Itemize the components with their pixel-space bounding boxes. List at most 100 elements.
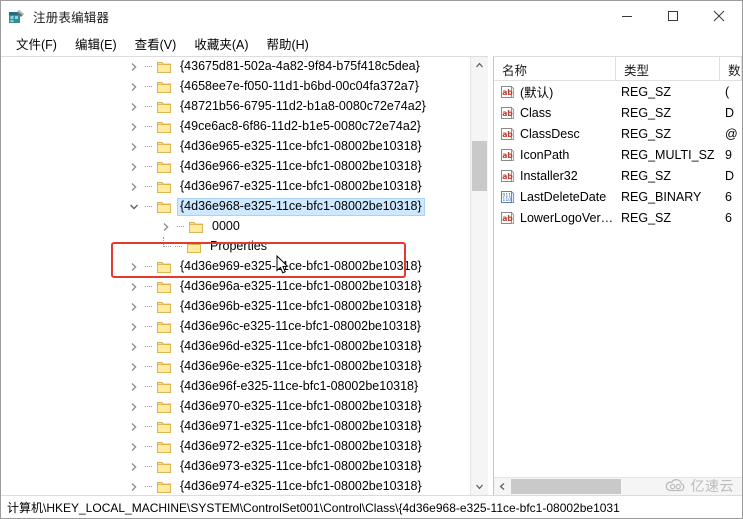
tree-item[interactable]: {4d36e972-e325-11ce-bfc1-08002be10318}	[1, 437, 470, 457]
menu-item-file[interactable]: 文件(F)	[8, 32, 65, 56]
tree-item[interactable]: {4d36e967-e325-11ce-bfc1-08002be10318}	[1, 177, 470, 197]
tree-item[interactable]: {4d36e970-e325-11ce-bfc1-08002be10318}	[1, 397, 470, 417]
folder-icon	[156, 320, 172, 334]
string-value-icon: ab	[500, 211, 515, 225]
tree-item-label: {4d36e973-e325-11ce-bfc1-08002be10318}	[180, 459, 422, 473]
tree-item-label: {4d36e96d-e325-11ce-bfc1-08002be10318}	[180, 339, 422, 353]
tree-connector	[142, 397, 156, 417]
chevron-right-icon[interactable]	[126, 177, 142, 197]
tree-item[interactable]: {4d36e96a-e325-11ce-bfc1-08002be10318}	[1, 277, 470, 297]
tree-item-label: {4d36e972-e325-11ce-bfc1-08002be10318}	[180, 439, 422, 453]
column-header-type[interactable]: 类型	[616, 57, 720, 80]
tree-item[interactable]: {4d36e96b-e325-11ce-bfc1-08002be10318}	[1, 297, 470, 317]
values-scrollbar-thumb[interactable]	[511, 479, 621, 494]
tree-item[interactable]: {43675d81-502a-4a82-9f84-b75f418c5dea}	[1, 57, 470, 77]
tree-item[interactable]: {4d36e96f-e325-11ce-bfc1-08002be10318}	[1, 377, 470, 397]
folder-icon	[156, 60, 172, 74]
tree-item-label: {49ce6ac8-6f86-11d2-b1e5-0080c72e74a2}	[180, 119, 421, 133]
value-row[interactable]: ab ClassDesc REG_SZ @	[494, 123, 742, 144]
minimize-button[interactable]	[604, 1, 650, 31]
chevron-right-icon[interactable]	[126, 477, 142, 495]
folder-icon	[156, 80, 172, 94]
folder-icon	[156, 420, 172, 434]
value-row[interactable]: ab LowerLogoVer… REG_SZ 6	[494, 207, 742, 228]
tree-item[interactable]: {4d36e966-e325-11ce-bfc1-08002be10318}	[1, 157, 470, 177]
menu-item-favorites[interactable]: 收藏夹(A)	[186, 32, 256, 56]
folder-icon	[156, 480, 172, 494]
value-row[interactable]: ab Installer32 REG_SZ D	[494, 165, 742, 186]
chevron-right-icon[interactable]	[126, 417, 142, 437]
tree-item[interactable]: {4658ee7e-f050-11d1-b6bd-00c04fa372a7}	[1, 77, 470, 97]
tree-item-label: {4d36e969-e325-11ce-bfc1-08002be10318}	[180, 259, 422, 273]
scroll-down-button[interactable]	[471, 478, 488, 495]
close-button[interactable]	[696, 1, 742, 31]
chevron-right-icon[interactable]	[126, 457, 142, 477]
tree-scrollbar-thumb[interactable]	[472, 141, 487, 191]
value-type: REG_SZ	[621, 105, 672, 120]
tree-item[interactable]: {4d36e965-e325-11ce-bfc1-08002be10318}	[1, 137, 470, 157]
tree-connector	[142, 97, 156, 117]
chevron-right-icon[interactable]	[126, 117, 142, 137]
value-name: (默认)	[520, 86, 554, 100]
chevron-right-icon[interactable]	[126, 97, 142, 117]
tree-item[interactable]: {4d36e971-e325-11ce-bfc1-08002be10318}	[1, 417, 470, 437]
value-row[interactable]: 011 110 LastDeleteDate REG_BINARY 6	[494, 186, 742, 207]
chevron-right-icon[interactable]	[126, 297, 142, 317]
menu-item-view[interactable]: 查看(V)	[127, 32, 185, 56]
tree-connector	[142, 57, 156, 77]
tree-item[interactable]: {4d36e974-e325-11ce-bfc1-08002be10318}	[1, 477, 470, 495]
tree-item[interactable]: {4d36e973-e325-11ce-bfc1-08002be10318}	[1, 457, 470, 477]
value-row[interactable]: ab IconPath REG_MULTI_SZ 9	[494, 144, 742, 165]
scroll-left-button[interactable]	[494, 478, 511, 495]
menu-item-edit[interactable]: 编辑(E)	[67, 32, 125, 56]
chevron-right-icon[interactable]	[126, 377, 142, 397]
chevron-right-icon[interactable]	[126, 357, 142, 377]
chevron-right-icon[interactable]	[158, 217, 174, 237]
tree-item-label: {4d36e974-e325-11ce-bfc1-08002be10318}	[180, 479, 422, 493]
chevron-down-icon[interactable]	[126, 197, 142, 217]
tree-item[interactable]: {4d36e96c-e325-11ce-bfc1-08002be10318}	[1, 317, 470, 337]
chevron-right-icon[interactable]	[126, 57, 142, 77]
chevron-right-icon[interactable]	[126, 317, 142, 337]
chevron-right-icon[interactable]	[126, 157, 142, 177]
tree-connector	[174, 217, 188, 237]
values-list[interactable]: ab (默认) REG_SZ (ab Class REG_SZ Dab ClassDesc RE…	[494, 81, 742, 477]
chevron-right-icon[interactable]	[126, 77, 142, 97]
registry-tree[interactable]: {43675d81-502a-4a82-9f84-b75f418c5dea} {4…	[1, 57, 470, 495]
value-row[interactable]: ab (默认) REG_SZ (	[494, 81, 742, 102]
scroll-up-button[interactable]	[471, 57, 488, 74]
string-value-icon: ab	[500, 169, 515, 183]
chevron-right-icon[interactable]	[126, 397, 142, 417]
chevron-right-icon[interactable]	[126, 277, 142, 297]
tree-connector	[142, 177, 156, 197]
tree-item[interactable]: {4d36e96e-e325-11ce-bfc1-08002be10318}	[1, 357, 470, 377]
value-row[interactable]: ab Class REG_SZ D	[494, 102, 742, 123]
value-type: REG_SZ	[621, 168, 672, 183]
menu-item-help[interactable]: 帮助(H)	[258, 32, 316, 56]
values-horizontal-scrollbar[interactable]	[494, 477, 742, 495]
tree-item[interactable]: {4d36e969-e325-11ce-bfc1-08002be10318}	[1, 257, 470, 277]
column-header-name[interactable]: 名称	[494, 57, 616, 80]
tree-item[interactable]: {4d36e968-e325-11ce-bfc1-08002be10318}	[1, 197, 470, 217]
tree-item[interactable]: {4d36e96d-e325-11ce-bfc1-08002be10318}	[1, 337, 470, 357]
tree-item[interactable]: Properties	[1, 237, 470, 257]
chevron-right-icon[interactable]	[126, 257, 142, 277]
chevron-right-icon[interactable]	[126, 137, 142, 157]
tree-connector	[142, 297, 156, 317]
chevron-right-icon[interactable]	[126, 437, 142, 457]
tree-connector	[142, 357, 156, 377]
tree-vertical-scrollbar[interactable]	[470, 57, 488, 495]
tree-item[interactable]: {48721b56-6795-11d2-b1a8-0080c72e74a2}	[1, 97, 470, 117]
title-bar: 注册表编辑器	[1, 1, 742, 32]
tree-item[interactable]: 0000	[1, 217, 470, 237]
tree-item-label: {43675d81-502a-4a82-9f84-b75f418c5dea}	[180, 59, 420, 73]
tree-item[interactable]: {49ce6ac8-6f86-11d2-b1e5-0080c72e74a2}	[1, 117, 470, 137]
binary-value-icon: 011 110	[500, 190, 515, 204]
tree-connector	[142, 277, 156, 297]
folder-icon	[156, 120, 172, 134]
column-header-data[interactable]: 数据	[720, 57, 742, 80]
chevron-right-icon[interactable]	[126, 337, 142, 357]
maximize-button[interactable]	[650, 1, 696, 31]
value-data: @	[725, 126, 738, 141]
value-data: D	[725, 105, 735, 120]
